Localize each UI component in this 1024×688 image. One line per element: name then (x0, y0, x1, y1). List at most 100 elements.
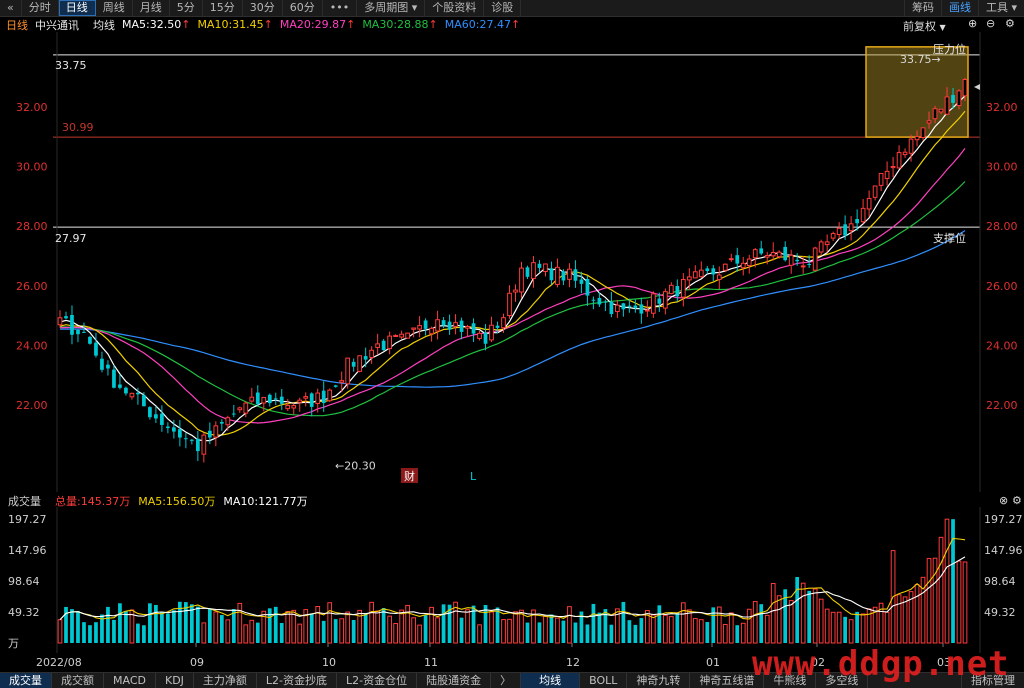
candle[interactable] (531, 256, 536, 288)
candle[interactable] (549, 261, 554, 285)
candle[interactable] (160, 405, 164, 432)
candle[interactable] (447, 314, 452, 335)
candle[interactable] (836, 222, 842, 239)
candle[interactable] (129, 392, 135, 400)
candle[interactable] (327, 388, 333, 402)
candle[interactable] (154, 406, 158, 424)
volume-bar[interactable] (345, 611, 351, 644)
period-tab-1[interactable]: 日线 (58, 0, 96, 16)
candle[interactable] (76, 329, 80, 343)
candle[interactable] (662, 288, 668, 315)
candle[interactable] (878, 172, 884, 192)
candle[interactable] (453, 314, 458, 335)
candle[interactable] (178, 419, 182, 447)
indicator-tab-3[interactable]: KDJ (156, 673, 194, 688)
volume-bar[interactable] (285, 611, 291, 644)
candle[interactable] (711, 265, 716, 281)
candle[interactable] (615, 299, 620, 318)
volume-bar[interactable] (525, 622, 530, 643)
candle[interactable] (309, 392, 314, 417)
volume-bar[interactable] (716, 606, 722, 644)
candle[interactable] (692, 265, 698, 279)
volume-bar[interactable] (855, 611, 859, 643)
volume-bar[interactable] (243, 624, 249, 644)
volume-bar[interactable] (759, 604, 764, 643)
candle[interactable] (166, 422, 170, 434)
indicator-tab-8[interactable]: 〉 (491, 673, 522, 688)
volume-bar[interactable] (633, 624, 638, 643)
candle[interactable] (273, 392, 278, 405)
volume-bar[interactable] (567, 606, 572, 644)
volume-bar[interactable] (201, 622, 207, 644)
candle[interactable] (680, 273, 686, 307)
volume-gear-icon[interactable]: ⚙ (1012, 494, 1022, 507)
candle[interactable] (759, 240, 764, 256)
candle[interactable] (609, 291, 614, 318)
volume-bar[interactable] (351, 619, 356, 643)
candle[interactable] (267, 393, 272, 407)
volume-bar[interactable] (650, 614, 656, 644)
candle[interactable] (291, 403, 297, 415)
period-tab-9[interactable]: 多周期图 ▾ (357, 0, 426, 16)
volume-bar[interactable] (573, 622, 578, 643)
candle[interactable] (148, 406, 152, 420)
period-tab-7[interactable]: 60分 (283, 0, 323, 16)
gear-icon[interactable]: ⚙ (1005, 17, 1015, 30)
volume-bar[interactable] (237, 602, 243, 644)
volume-bar[interactable] (537, 622, 542, 643)
candle[interactable] (902, 148, 908, 158)
indicator-tab-7[interactable]: 陆股通资金 (417, 673, 492, 688)
volume-bar[interactable] (88, 625, 92, 643)
candle[interactable] (483, 324, 488, 351)
candle[interactable] (417, 316, 422, 338)
volume-bar[interactable] (555, 617, 560, 644)
candle[interactable] (106, 360, 110, 376)
volume-bar[interactable] (951, 519, 955, 643)
candle[interactable] (333, 384, 338, 388)
volume-bar[interactable] (195, 606, 200, 643)
volume-bar[interactable] (489, 611, 494, 644)
volume-bar[interactable] (225, 619, 231, 644)
volume-bar[interactable] (776, 595, 782, 644)
candle[interactable] (489, 316, 494, 343)
volume-bar[interactable] (148, 603, 152, 643)
indicator-tab-2[interactable]: MACD (104, 673, 156, 688)
volume-bar[interactable] (836, 611, 842, 644)
candle[interactable] (705, 266, 710, 274)
candle[interactable] (285, 398, 291, 411)
volume-bar[interactable] (142, 625, 146, 643)
volume-bar[interactable] (795, 577, 800, 643)
candle[interactable] (788, 249, 794, 274)
volume-bar[interactable] (231, 609, 236, 643)
volume-bar[interactable] (926, 558, 932, 644)
candle[interactable] (405, 332, 410, 339)
volume-bar[interactable] (519, 609, 524, 644)
period-tab-3[interactable]: 月线 (133, 0, 170, 16)
candle[interactable] (740, 256, 746, 276)
close-circle-icon[interactable]: ⊗ (999, 494, 1008, 507)
candle[interactable] (579, 271, 584, 294)
candle[interactable] (519, 261, 524, 298)
candle[interactable] (189, 438, 194, 445)
toolbar-right-0[interactable]: 筹码 (903, 0, 941, 16)
indicator-tab-5[interactable]: L2-资金抄底 (257, 673, 338, 688)
volume-bar[interactable] (591, 603, 596, 643)
volume-bar[interactable] (788, 599, 794, 644)
candle[interactable] (735, 247, 740, 272)
volume-bar[interactable] (692, 618, 698, 644)
candle[interactable] (387, 331, 392, 355)
candle[interactable] (513, 284, 518, 302)
candle[interactable] (668, 282, 674, 295)
candle[interactable] (537, 260, 542, 273)
period-tab-0[interactable]: 分时 (22, 0, 59, 16)
candle[interactable] (399, 330, 404, 340)
candle[interactable] (818, 239, 824, 256)
candle[interactable] (633, 299, 638, 313)
volume-bar[interactable] (333, 619, 338, 643)
kline-chart[interactable]: 32.00 32.00 30.00 30.00 28.00 28.00 26.00 26.00… (0, 32, 1024, 492)
indicator-tab-12[interactable]: 神奇五线谱 (690, 673, 765, 688)
volume-bar[interactable] (686, 609, 692, 644)
candle[interactable] (237, 406, 243, 413)
volume-bar[interactable] (459, 617, 464, 643)
volume-bar[interactable] (800, 582, 806, 644)
